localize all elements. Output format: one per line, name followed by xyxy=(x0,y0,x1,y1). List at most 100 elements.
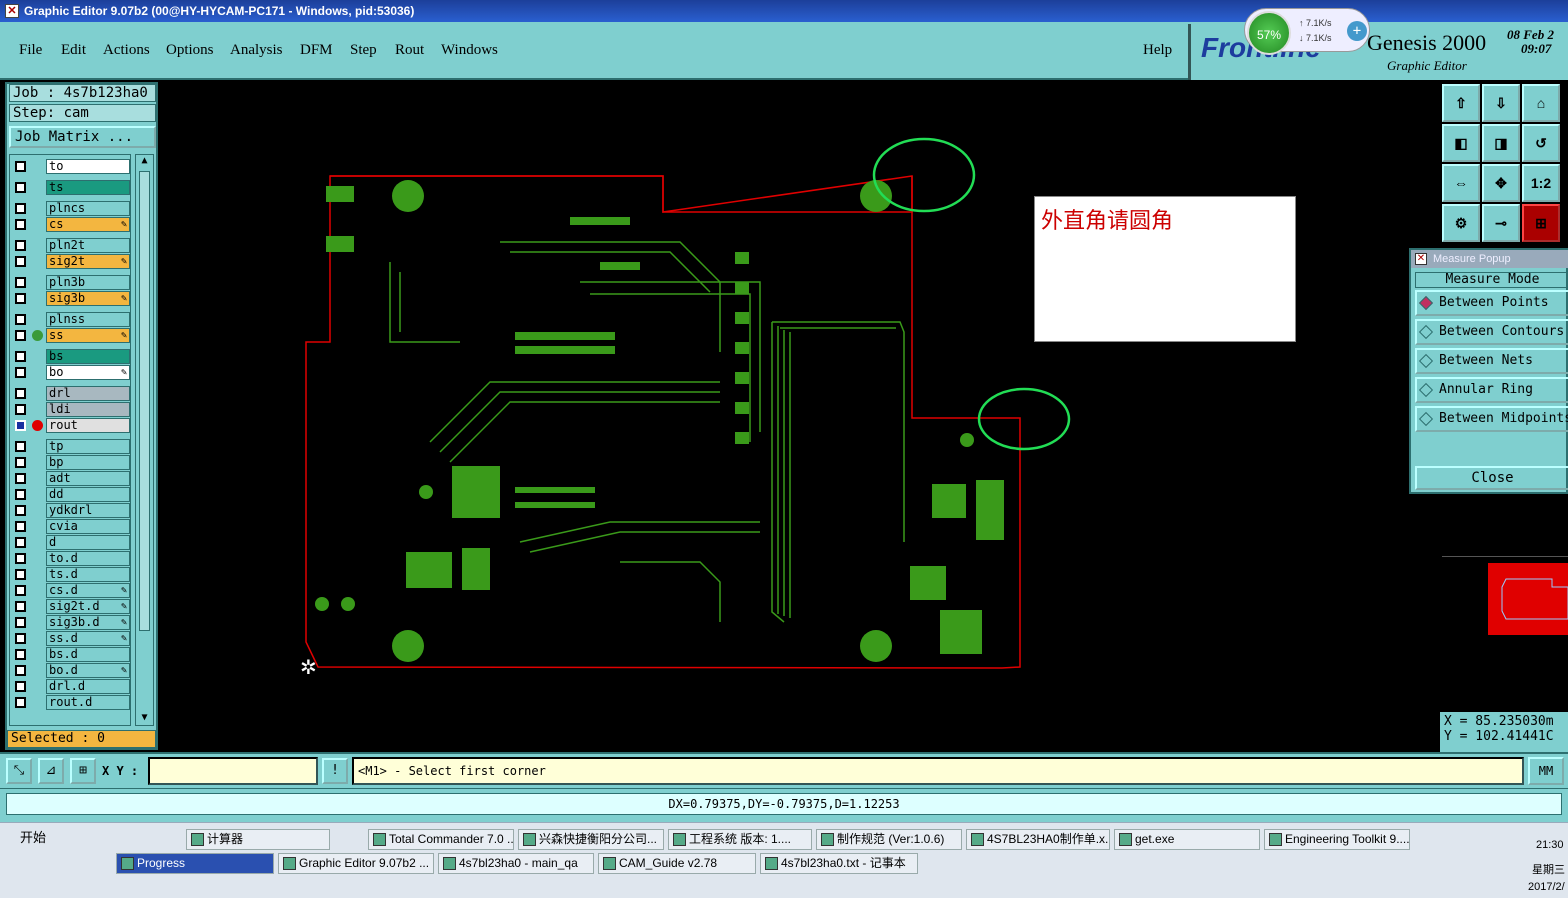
layer-row-drl[interactable]: drl xyxy=(12,386,130,401)
layer-checkbox[interactable] xyxy=(15,505,26,516)
layer-row-cs[interactable]: cs ✎ xyxy=(12,217,130,232)
scroll-down-icon[interactable]: ▼ xyxy=(138,712,151,725)
layer-name[interactable]: sig3b ✎ xyxy=(46,291,130,306)
layer-row-rout.d[interactable]: rout.d xyxy=(12,695,130,710)
menu-actions[interactable]: Actions xyxy=(103,42,150,59)
layer-checkbox[interactable] xyxy=(15,203,26,214)
layer-row-ts.d[interactable]: ts.d xyxy=(12,567,130,582)
grid-tool-icon[interactable]: ⊞ xyxy=(70,758,96,784)
layer-name[interactable]: ydkdrl xyxy=(46,503,130,518)
zoom-center-icon[interactable]: ✥ xyxy=(1482,164,1520,202)
snap-icon[interactable]: ⚙ xyxy=(1442,204,1480,242)
layer-checkbox[interactable] xyxy=(15,182,26,193)
layer-checkbox[interactable] xyxy=(15,219,26,230)
layer-checkbox[interactable] xyxy=(15,277,26,288)
layer-row-bo.d[interactable]: bo.d ✎ xyxy=(12,663,130,678)
layer-checkbox[interactable] xyxy=(15,633,26,644)
job-matrix-button[interactable]: Job Matrix ... xyxy=(9,126,156,148)
menu-rout[interactable]: Rout xyxy=(395,42,424,59)
layer-checkbox[interactable] xyxy=(15,489,26,500)
task-graphic-editor[interactable]: Graphic Editor 9.07b2 ... xyxy=(278,853,434,874)
layer-row-pln2t[interactable]: pln2t xyxy=(12,238,130,253)
layer-scrollbar[interactable]: ▲ ▼ xyxy=(135,154,154,726)
layer-checkbox[interactable] xyxy=(15,601,26,612)
task-get-exe[interactable]: get.exe xyxy=(1114,829,1260,850)
task-browser[interactable]: 兴森快捷衡阳分公司... xyxy=(518,829,664,850)
measure-tool-icon[interactable]: ⊿ xyxy=(38,758,64,784)
layer-checkbox[interactable] xyxy=(15,293,26,304)
layer-row-rout[interactable]: rout xyxy=(12,418,130,433)
layer-name[interactable]: pln2t xyxy=(46,238,130,253)
menu-help[interactable]: Help xyxy=(1143,42,1172,59)
task-cam-guide[interactable]: CAM_Guide v2.78 xyxy=(598,853,756,874)
layer-name[interactable]: plnss xyxy=(46,312,130,327)
layer-checkbox[interactable] xyxy=(15,457,26,468)
layer-checkbox[interactable] xyxy=(15,256,26,267)
layer-name[interactable]: ss.d ✎ xyxy=(46,631,130,646)
layer-name[interactable]: ldi xyxy=(46,402,130,417)
layer-checkbox[interactable] xyxy=(15,553,26,564)
layer-row-bs[interactable]: bs xyxy=(12,349,130,364)
layer-row-sig3b[interactable]: sig3b ✎ xyxy=(12,291,130,306)
layer-row-pln3b[interactable]: pln3b xyxy=(12,275,130,290)
menu-dfm[interactable]: DFM xyxy=(300,42,333,59)
layer-name[interactable]: dd xyxy=(46,487,130,502)
layer-name[interactable]: tp xyxy=(46,439,130,454)
measure-active-icon[interactable]: ⊞ xyxy=(1522,204,1560,242)
layer-checkbox[interactable] xyxy=(15,521,26,532)
layer-row-to.d[interactable]: to.d xyxy=(12,551,130,566)
zoom-1to1-icon[interactable]: 1:2 xyxy=(1522,164,1560,202)
layer-row-to[interactable]: to xyxy=(12,159,130,174)
layer-name[interactable]: rout.d xyxy=(46,695,130,710)
layer-checkbox[interactable] xyxy=(15,665,26,676)
layer-checkbox[interactable] xyxy=(15,161,26,172)
layer-name[interactable]: to xyxy=(46,159,130,174)
layer-name[interactable]: bo ✎ xyxy=(46,365,130,380)
layer-name[interactable]: adt xyxy=(46,471,130,486)
menu-edit[interactable]: Edit xyxy=(61,42,86,59)
layer-name[interactable]: sig3b.d ✎ xyxy=(46,615,130,630)
layer-checkbox[interactable] xyxy=(15,473,26,484)
units-button[interactable]: MM xyxy=(1528,757,1564,785)
layer-checkbox[interactable] xyxy=(15,330,26,341)
menu-windows[interactable]: Windows xyxy=(441,42,498,59)
info-icon[interactable]: ! xyxy=(322,758,348,784)
close-icon[interactable]: ✕ xyxy=(1415,253,1427,265)
layer-checkbox[interactable] xyxy=(15,314,26,325)
option-between-points[interactable]: Between Points xyxy=(1415,290,1568,316)
layer-row-adt[interactable]: adt xyxy=(12,471,130,486)
zoom-home-icon[interactable]: ⇧ xyxy=(1442,84,1480,122)
layer-name[interactable]: plncs xyxy=(46,201,130,216)
pan-left-icon[interactable]: ◧ xyxy=(1442,124,1480,162)
layer-row-plncs[interactable]: plncs xyxy=(12,201,130,216)
layer-checkbox[interactable] xyxy=(15,697,26,708)
layer-row-cs.d[interactable]: cs.d ✎ xyxy=(12,583,130,598)
close-button[interactable]: Close xyxy=(1415,466,1568,490)
zoom-back-icon[interactable]: ↺ xyxy=(1522,124,1560,162)
task-calculator[interactable]: 计算器 xyxy=(186,829,330,850)
zoom-window-icon[interactable]: ⇔ xyxy=(1442,164,1480,202)
layer-name[interactable]: rout xyxy=(46,418,130,433)
option-between-nets[interactable]: Between Nets xyxy=(1415,348,1568,374)
layer-name[interactable]: sig2t.d ✎ xyxy=(46,599,130,614)
layer-checkbox[interactable] xyxy=(15,441,26,452)
select-tool-icon[interactable]: ⤡ xyxy=(6,758,32,784)
layer-name[interactable]: bs xyxy=(46,349,130,364)
layer-name[interactable]: cs ✎ xyxy=(46,217,130,232)
task-engineering-toolkit[interactable]: Engineering Toolkit 9.... xyxy=(1264,829,1410,850)
layer-row-plnss[interactable]: plnss xyxy=(12,312,130,327)
layer-row-bs.d[interactable]: bs.d xyxy=(12,647,130,662)
layer-name[interactable]: sig2t ✎ xyxy=(46,254,130,269)
layer-row-ts[interactable]: ts xyxy=(12,180,130,195)
layer-checkbox[interactable] xyxy=(15,681,26,692)
layer-name[interactable]: cvia xyxy=(46,519,130,534)
layer-checkbox[interactable] xyxy=(15,537,26,548)
layer-row-sig2t.d[interactable]: sig2t.d ✎ xyxy=(12,599,130,614)
layer-name[interactable]: pln3b xyxy=(46,275,130,290)
layer-name[interactable]: cs.d ✎ xyxy=(46,583,130,598)
layer-checkbox[interactable] xyxy=(15,367,26,378)
layer-row-dd[interactable]: dd xyxy=(12,487,130,502)
option-annular-ring[interactable]: Annular Ring xyxy=(1415,377,1568,403)
layer-checkbox[interactable] xyxy=(15,420,26,431)
task-notepad[interactable]: 4s7bl23ha0.txt - 记事本 xyxy=(760,853,918,874)
